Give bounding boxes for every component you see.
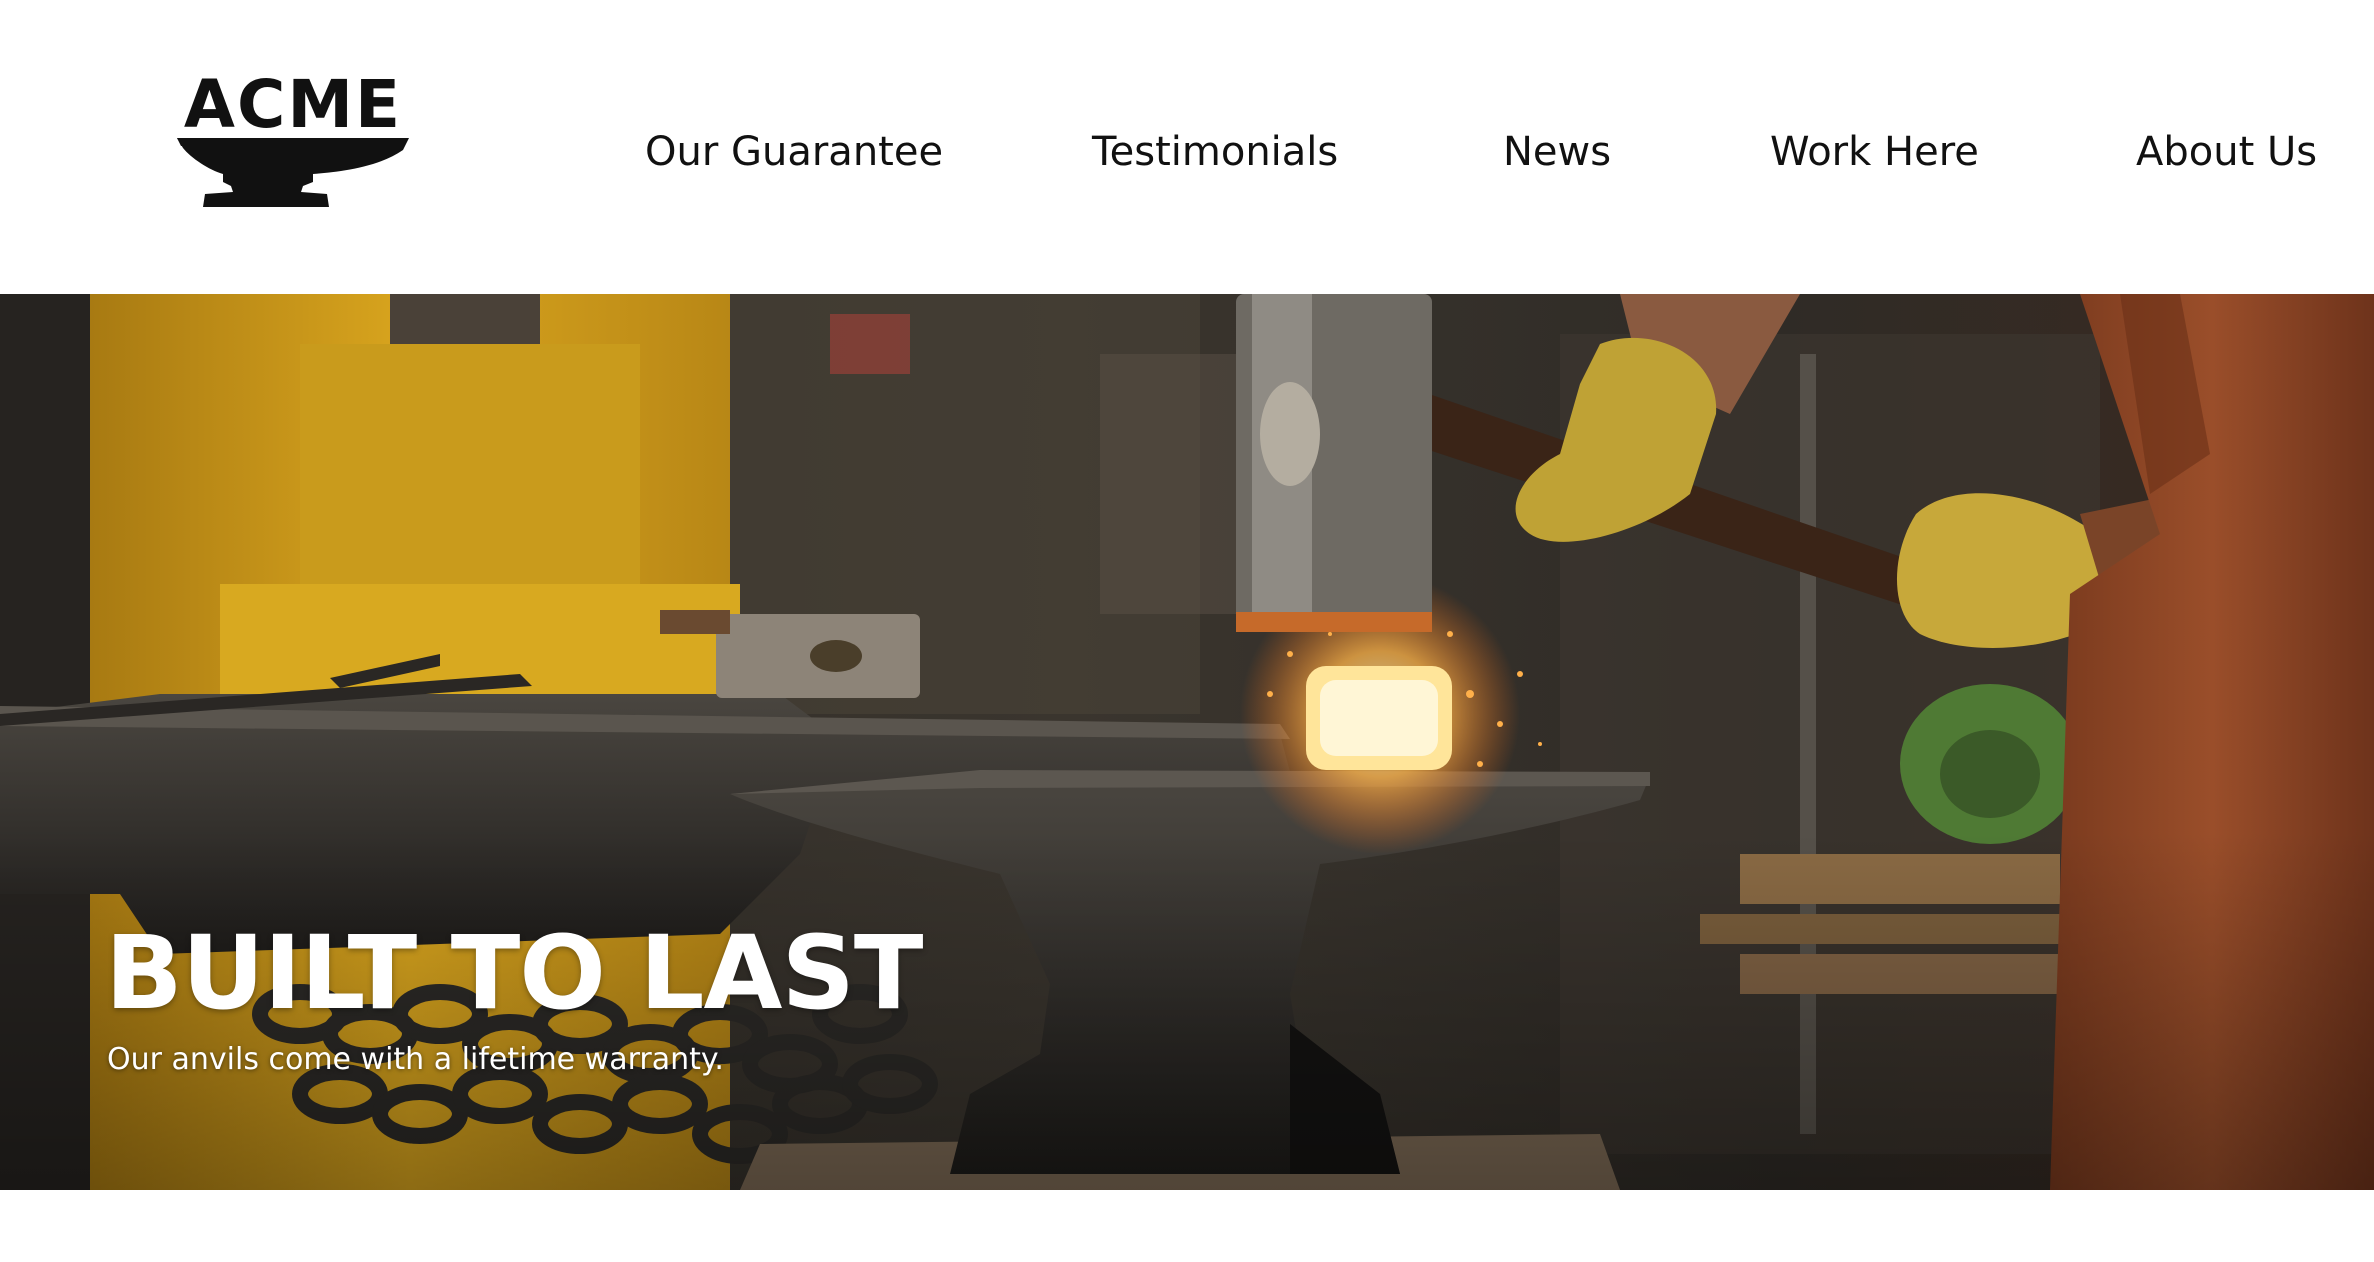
main-nav: Our Guarantee Testimonials News Work Her… [0,124,2374,180]
hero-title: BUILT TO LAST [105,914,923,1034]
page: ACME Our Guarantee Testimonials News Wor… [0,0,2374,1262]
nav-testimonials[interactable]: Testimonials [1092,124,1338,180]
nav-work-here[interactable]: Work Here [1770,124,1979,180]
nav-news[interactable]: News [1503,124,1611,180]
site-header: ACME Our Guarantee Testimonials News Wor… [0,0,2374,294]
nav-our-guarantee[interactable]: Our Guarantee [645,124,943,180]
nav-about-us[interactable]: About Us [2136,124,2317,180]
hero-banner: BUILT TO LAST Our anvils come with a lif… [0,294,2374,1190]
page-bottom-spacer [0,1190,2374,1262]
hero-subtitle: Our anvils come with a lifetime warranty… [107,1042,724,1077]
